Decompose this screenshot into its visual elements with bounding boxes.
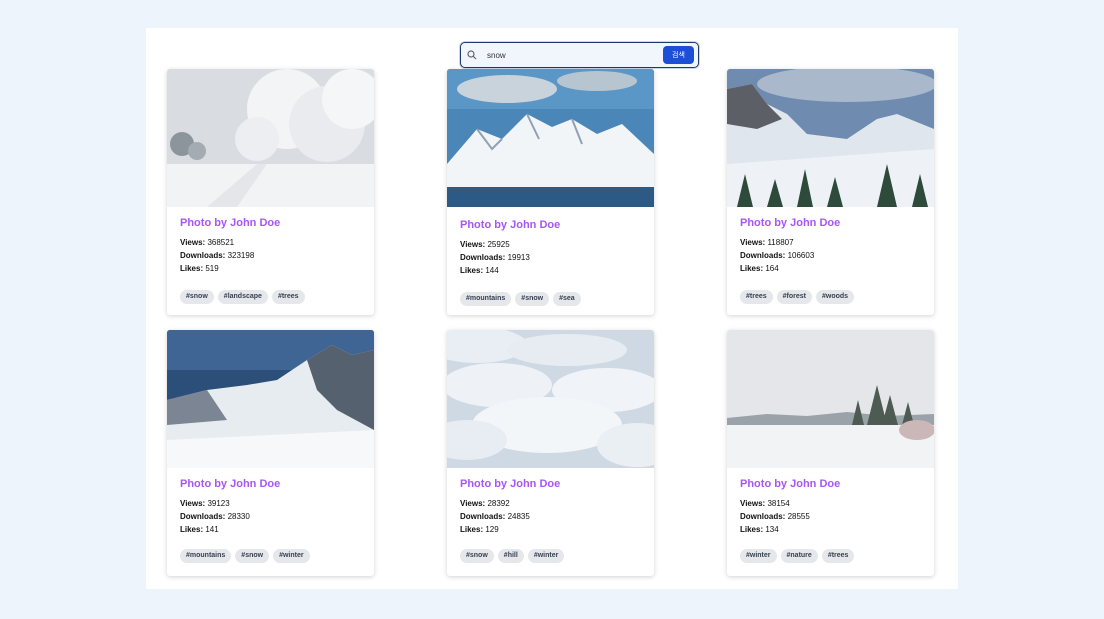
tag[interactable]: #snow xyxy=(235,549,270,563)
card-stats: Views: 39123 Downloads: 28330 Likes: 141 xyxy=(180,497,250,536)
photo-image[interactable] xyxy=(167,69,374,207)
tag[interactable]: #forest xyxy=(776,290,812,304)
photo-image[interactable] xyxy=(727,330,934,468)
photo-card[interactable]: Photo by John Doe Views: 118807 Download… xyxy=(727,69,934,315)
tag[interactable]: #snow xyxy=(460,549,494,563)
downloads-label: Downloads: xyxy=(460,512,506,521)
likes-label: Likes: xyxy=(460,525,484,534)
tag[interactable]: #trees xyxy=(821,549,855,563)
downloads-label: Downloads: xyxy=(460,253,506,262)
downloads-value: 28555 xyxy=(787,512,810,521)
tag[interactable]: #hill xyxy=(497,549,524,563)
tag[interactable]: #mountains xyxy=(460,292,512,306)
downloads-label: Downloads: xyxy=(740,251,786,260)
views-value: 39123 xyxy=(207,499,230,508)
tag[interactable]: #winter xyxy=(527,549,565,563)
photo-card[interactable]: Photo by John Doe Views: 38154 Downloads… xyxy=(727,330,934,576)
photo-card[interactable]: Photo by John Doe Views: 25925 Downloads… xyxy=(447,69,654,315)
likes-label: Likes: xyxy=(180,525,204,534)
card-stats: Views: 38154 Downloads: 28555 Likes: 134 xyxy=(740,497,810,536)
search-bar: 검색 xyxy=(460,42,699,68)
views-label: Views: xyxy=(180,499,206,508)
photo-card[interactable]: Photo by John Doe Views: 39123 Downloads… xyxy=(167,330,374,576)
tag[interactable]: #trees xyxy=(271,290,305,304)
photo-image[interactable] xyxy=(447,330,654,468)
likes-value: 129 xyxy=(485,525,499,534)
likes-value: 134 xyxy=(765,525,779,534)
views-label: Views: xyxy=(740,238,766,247)
photo-card[interactable]: Photo by John Doe Views: 368521 Download… xyxy=(167,69,374,315)
likes-label: Likes: xyxy=(740,264,764,273)
card-title: Photo by John Doe xyxy=(460,219,561,231)
downloads-value: 19913 xyxy=(507,253,530,262)
views-value: 28392 xyxy=(487,499,510,508)
views-value: 25925 xyxy=(487,240,510,249)
views-value: 368521 xyxy=(207,238,235,247)
tag[interactable]: #snow xyxy=(180,290,214,304)
tag-list: #trees #forest #woods xyxy=(740,290,855,304)
likes-value: 141 xyxy=(205,525,219,534)
card-title: Photo by John Doe xyxy=(180,217,281,229)
card-stats: Views: 28392 Downloads: 24835 Likes: 129 xyxy=(460,497,530,536)
photo-card[interactable]: Photo by John Doe Views: 28392 Downloads… xyxy=(447,330,654,576)
card-stats: Views: 118807 Downloads: 106603 Likes: 1… xyxy=(740,236,814,275)
tag[interactable]: #winter xyxy=(740,549,777,563)
downloads-value: 24835 xyxy=(507,512,530,521)
tag[interactable]: #woods xyxy=(815,290,855,304)
card-stats: Views: 368521 Downloads: 323198 Likes: 5… xyxy=(180,236,254,275)
tag[interactable]: #trees xyxy=(740,290,773,304)
tag[interactable]: #snow xyxy=(515,292,550,306)
likes-label: Likes: xyxy=(740,525,764,534)
likes-label: Likes: xyxy=(180,264,204,273)
card-title: Photo by John Doe xyxy=(460,478,561,490)
downloads-label: Downloads: xyxy=(180,251,226,260)
likes-value: 164 xyxy=(765,264,779,273)
search-icon xyxy=(467,49,479,61)
downloads-label: Downloads: xyxy=(180,512,226,521)
views-label: Views: xyxy=(740,499,766,508)
tag-list: #mountains #snow #winter xyxy=(180,549,310,563)
views-label: Views: xyxy=(460,240,486,249)
likes-value: 519 xyxy=(205,264,219,273)
search-button[interactable]: 검색 xyxy=(663,46,694,64)
views-label: Views: xyxy=(180,238,206,247)
card-stats: Views: 25925 Downloads: 19913 Likes: 144 xyxy=(460,238,530,277)
card-title: Photo by John Doe xyxy=(740,478,841,490)
downloads-label: Downloads: xyxy=(740,512,786,521)
downloads-value: 28330 xyxy=(227,512,250,521)
tag[interactable]: #winter xyxy=(273,549,310,563)
views-value: 38154 xyxy=(767,499,790,508)
views-label: Views: xyxy=(460,499,486,508)
likes-value: 144 xyxy=(485,266,499,275)
likes-label: Likes: xyxy=(460,266,484,275)
card-title: Photo by John Doe xyxy=(740,217,841,229)
tag[interactable]: #landscape xyxy=(217,290,268,304)
card-title: Photo by John Doe xyxy=(180,478,281,490)
photo-image[interactable] xyxy=(727,69,934,207)
tag[interactable]: #nature xyxy=(780,549,818,563)
tag-list: #winter #nature #trees xyxy=(740,549,855,563)
tag-list: #snow #landscape #trees xyxy=(180,290,305,304)
tag[interactable]: #sea xyxy=(553,292,581,306)
search-input[interactable] xyxy=(487,50,657,60)
downloads-value: 106603 xyxy=(787,251,815,260)
views-value: 118807 xyxy=(767,238,794,247)
photo-image[interactable] xyxy=(167,330,374,468)
downloads-value: 323198 xyxy=(227,251,255,260)
tag[interactable]: #mountains xyxy=(180,549,232,563)
photo-image[interactable] xyxy=(447,69,654,207)
tag-list: #mountains #snow #sea xyxy=(460,292,581,306)
tag-list: #snow #hill #winter xyxy=(460,549,565,563)
